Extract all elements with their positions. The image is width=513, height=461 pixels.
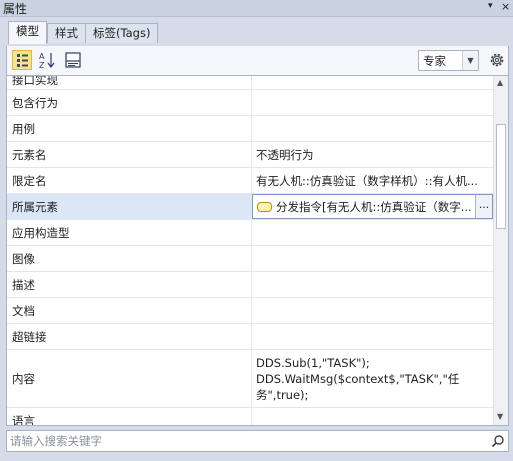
scroll-up-icon[interactable]: ▲ [497, 78, 503, 87]
vertical-scrollbar[interactable]: ▲ ▼ [493, 76, 508, 425]
property-value[interactable] [252, 76, 493, 89]
property-value[interactable]: DDS.Sub(1,"TASK"); DDS.WaitMsg($context$… [252, 350, 493, 407]
property-name: 超链接 [7, 324, 252, 349]
categorized-view-icon [17, 54, 28, 67]
property-name: 所属元素 [7, 194, 252, 219]
property-row[interactable]: 文档 [7, 298, 493, 324]
property-row[interactable]: 图像 [7, 246, 493, 272]
property-value[interactable] [252, 272, 493, 297]
property-row[interactable]: 内容 DDS.Sub(1,"TASK"); DDS.WaitMsg($conte… [7, 350, 493, 408]
scrollbar-thumb[interactable] [496, 124, 506, 229]
property-row[interactable]: 元素名 不透明行为 [7, 142, 493, 168]
property-name: 文档 [7, 298, 252, 323]
search-icon[interactable] [491, 434, 505, 448]
property-value[interactable] [252, 220, 493, 245]
categorized-view-button[interactable] [12, 50, 32, 70]
tab-strip: 模型 样式 标签(Tags) [0, 17, 513, 63]
property-value[interactable] [252, 298, 493, 323]
element-type-icon [257, 201, 272, 212]
property-value[interactable] [252, 324, 493, 349]
panel-menu-icon[interactable]: ▾ [488, 1, 493, 11]
property-value[interactable]: 有无人机::仿真验证（数字样机）::有人机... [252, 168, 493, 193]
property-grid-rows: 接口实现 包含行为 用例 元素名 不透明行为 限定名 有无人机::仿真验证（数字… [7, 76, 493, 425]
search-input[interactable] [10, 432, 480, 450]
property-row-selected[interactable]: 所属元素 分发指令[有无人机::仿真验证（数字... ... [7, 194, 493, 220]
property-row[interactable]: 超链接 [7, 324, 493, 350]
property-name: 语言 [7, 408, 252, 425]
property-value-text: 分发指令[有无人机::仿真验证（数字... [276, 199, 472, 214]
property-name: 用例 [7, 116, 252, 141]
svg-text:Z: Z [39, 61, 45, 70]
browse-button[interactable]: ... [475, 195, 492, 218]
property-row[interactable]: 描述 [7, 272, 493, 298]
tab-style[interactable]: 样式 [47, 23, 86, 43]
description-pane-icon [65, 52, 81, 68]
title-bar: 属性 ▾ × [0, 0, 513, 17]
gear-icon[interactable] [488, 50, 506, 70]
panel-title: 属性 [3, 2, 28, 16]
property-name: 包含行为 [7, 90, 252, 115]
property-name: 内容 [7, 350, 252, 407]
property-value[interactable] [252, 116, 493, 141]
tab-model[interactable]: 模型 [8, 21, 47, 44]
sort-alphabetical-button[interactable]: A Z [37, 50, 57, 70]
search-box [6, 430, 509, 452]
tab-tags[interactable]: 标签(Tags) [85, 23, 159, 43]
property-row[interactable]: 包含行为 [7, 90, 493, 116]
property-value[interactable]: 分发指令[有无人机::仿真验证（数字... ... [252, 194, 493, 219]
close-icon[interactable]: × [501, 0, 510, 13]
property-row[interactable]: 用例 [7, 116, 493, 142]
property-name: 限定名 [7, 168, 252, 193]
property-value[interactable]: 不透明行为 [252, 142, 493, 167]
property-row[interactable]: 语言 [7, 408, 493, 425]
property-name: 元素名 [7, 142, 252, 167]
sort-alphabetical-icon: A Z [39, 52, 55, 70]
property-value[interactable] [252, 246, 493, 271]
property-name: 接口实现 [7, 76, 252, 89]
property-row[interactable]: 应用构造型 [7, 220, 493, 246]
property-name: 图像 [7, 246, 252, 271]
property-name: 描述 [7, 272, 252, 297]
mode-select-value: 专家 [423, 54, 446, 68]
property-value[interactable] [252, 408, 493, 425]
property-row[interactable]: 限定名 有无人机::仿真验证（数字样机）::有人机... [7, 168, 493, 194]
mode-select[interactable]: 专家 ▼ [418, 50, 479, 71]
toolbar: A Z 专家 ▼ [6, 46, 509, 75]
description-pane-button[interactable] [63, 50, 83, 70]
scroll-down-icon[interactable]: ▼ [497, 412, 503, 421]
chevron-down-icon[interactable]: ▼ [462, 51, 478, 70]
svg-text:A: A [39, 52, 45, 61]
property-grid: 接口实现 包含行为 用例 元素名 不透明行为 限定名 有无人机::仿真验证（数字… [6, 75, 509, 426]
property-value[interactable] [252, 90, 493, 115]
property-row[interactable]: 接口实现 [7, 76, 493, 90]
property-name: 应用构造型 [7, 220, 252, 245]
